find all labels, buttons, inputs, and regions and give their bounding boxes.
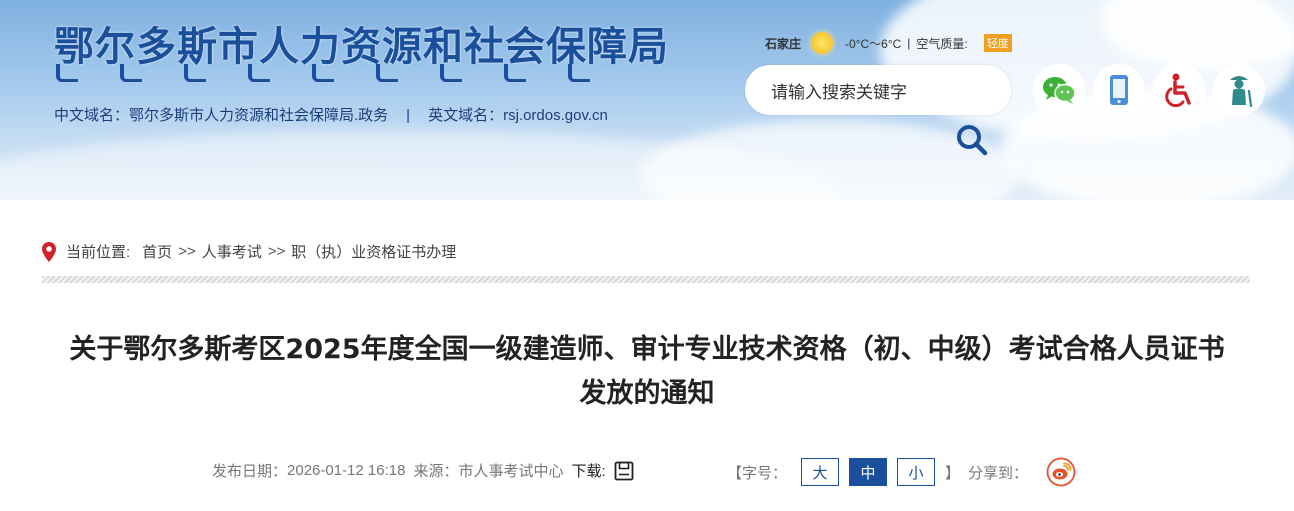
- elderly-icon: [1230, 76, 1253, 107]
- download-icon[interactable]: [614, 461, 634, 481]
- search-icon[interactable]: [956, 124, 988, 156]
- share-label: 分享到：: [968, 464, 1029, 482]
- location-pin-icon: [42, 241, 56, 262]
- source-value: 市人事考试中心: [458, 463, 564, 480]
- air-quality-label: 空气质量:: [916, 36, 968, 51]
- breadcrumb-home[interactable]: 首页: [142, 241, 172, 262]
- breadcrumb-certificate[interactable]: 职（执）业资格证书办理: [291, 241, 456, 262]
- breadcrumb-arrow: >>: [178, 243, 196, 260]
- chinese-domain: 中文域名：鄂尔多斯市人力资源和社会保障局.政务: [54, 107, 389, 124]
- air-quality-badge: 轻度: [983, 34, 1012, 52]
- accessibility-icon: [1165, 73, 1191, 107]
- breadcrumb-personnel-exam[interactable]: 人事考试: [202, 241, 262, 262]
- mobile-button[interactable]: [1093, 64, 1145, 116]
- font-size-label: 字号：: [742, 464, 788, 482]
- article-title: 关于鄂尔多斯考区2025年度全国一级建造师、审计专业技术资格（初、中级）考试合格…: [40, 328, 1254, 416]
- weather-separator: |: [907, 36, 911, 50]
- publish-date-label: 发布日期：: [212, 463, 288, 480]
- weather-widget: 石家庄 -0°C～6°C | 空气质量: 轻度: [765, 32, 1012, 54]
- article-meta: 发布日期： 2026-01-12 16:18 来源： 市人事考试中心 下载:: [212, 460, 634, 481]
- english-domain: 英文域名：rsj.ordos.gov.cn: [428, 107, 608, 124]
- breadcrumb: 当前位置: 首页 >> 人事考试 >> 职（执）业资格证书办理: [42, 241, 456, 262]
- font-size-small-button[interactable]: 小: [897, 458, 936, 486]
- elderly-mode-button[interactable]: [1213, 64, 1265, 116]
- breadcrumb-arrow: >>: [267, 243, 286, 260]
- article-title-line-2: 发放的通知: [579, 378, 715, 409]
- sun-icon: [811, 32, 834, 54]
- mobile-icon: [1110, 75, 1128, 105]
- publish-date: 2026-01-12 16:18: [287, 462, 406, 479]
- search-input[interactable]: 请输入搜索关键字: [745, 65, 1011, 115]
- breadcrumb-label: 当前位置:: [66, 244, 131, 261]
- mongolian-script-title: [56, 64, 646, 86]
- header-banner: 鄂尔多斯市人力资源和社会保障局 中文域名：鄂尔多斯市人力资源和社会保障局.政务 |…: [0, 0, 1294, 200]
- font-size-controls: 【 字号： 大 中 小 】 分享到：: [727, 457, 1076, 487]
- weather-temperature: -0°C～6°C: [845, 36, 902, 51]
- accessibility-button[interactable]: [1153, 64, 1205, 116]
- domain-separator: |: [406, 107, 411, 124]
- font-size-large-button[interactable]: 大: [801, 458, 840, 486]
- font-size-medium-button[interactable]: 中: [849, 458, 888, 486]
- weather-city: 石家庄: [765, 36, 802, 51]
- section-divider: [42, 276, 1250, 283]
- article-title-line-1: 关于鄂尔多斯考区2025年度全国一级建造师、审计专业技术资格（初、中级）考试合格…: [69, 334, 1225, 365]
- download-label: 下载:: [571, 463, 606, 480]
- wechat-button[interactable]: [1033, 64, 1085, 116]
- domain-info: 中文域名：鄂尔多斯市人力资源和社会保障局.政务 | 英文域名：rsj.ordos.g…: [54, 104, 608, 125]
- wechat-icon: [1043, 77, 1076, 104]
- font-size-close-bracket: 】: [945, 464, 961, 482]
- font-size-open-bracket: 【: [727, 464, 743, 482]
- source-label: 来源：: [413, 463, 459, 480]
- weibo-icon[interactable]: [1046, 457, 1076, 487]
